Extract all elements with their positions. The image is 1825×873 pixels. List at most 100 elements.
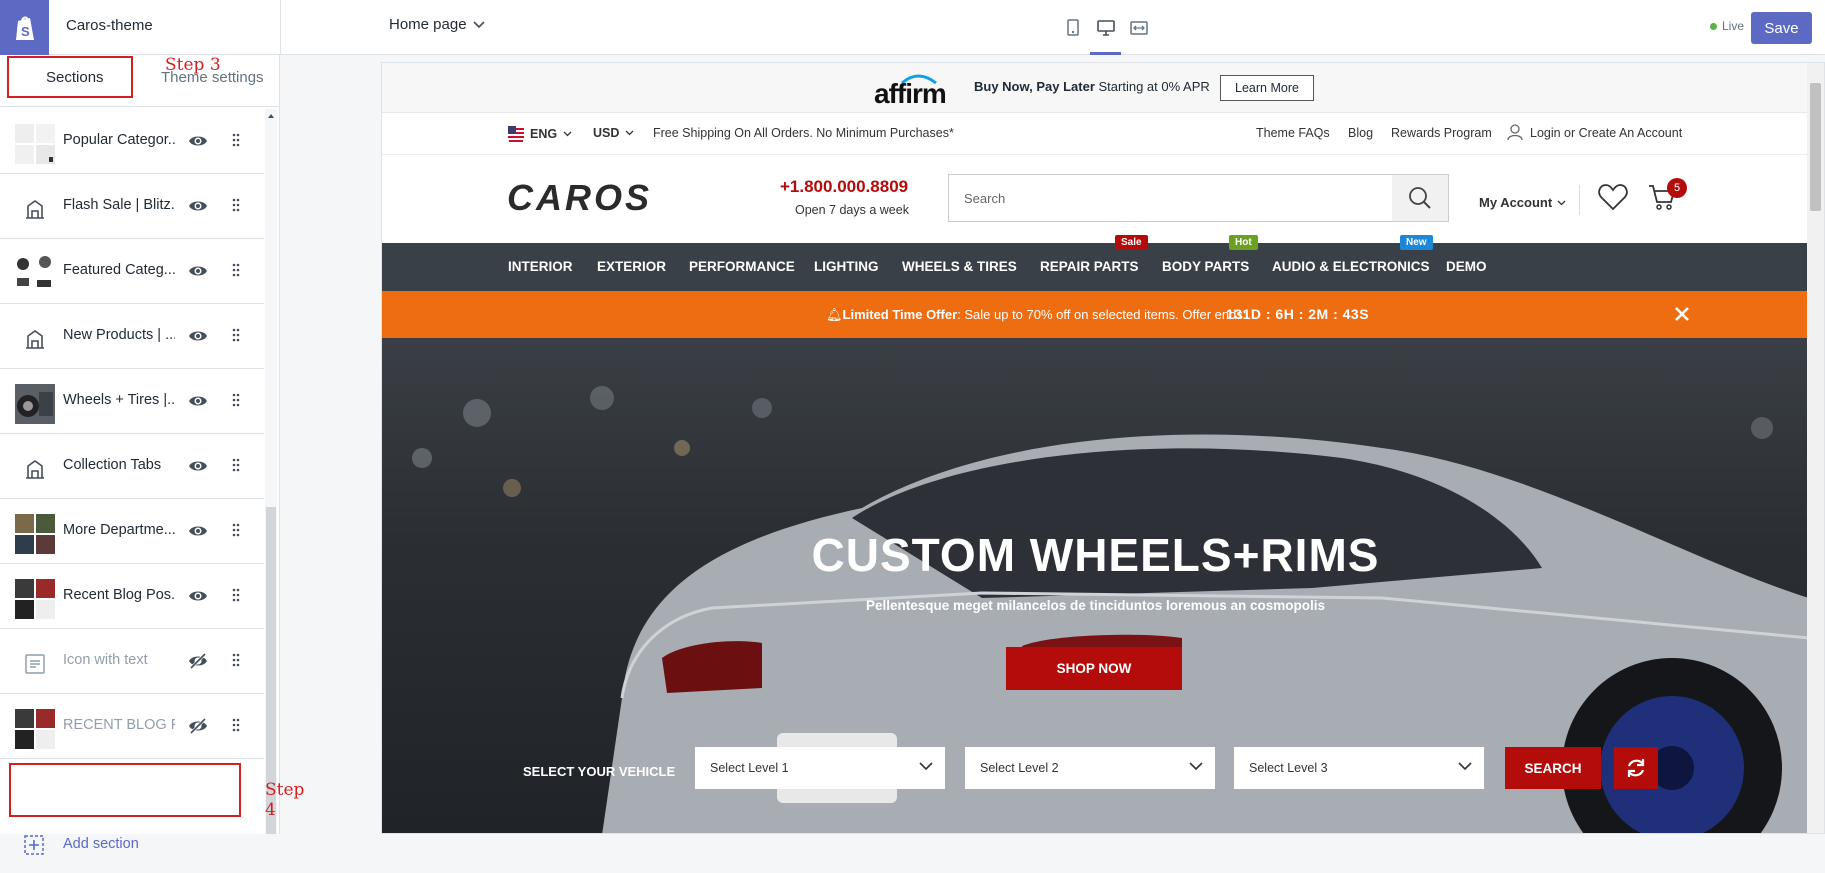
section-thumbnail bbox=[15, 709, 55, 749]
page-selector[interactable]: Home page bbox=[389, 16, 485, 33]
eye-icon[interactable] bbox=[188, 261, 208, 281]
nav-wheels-tires[interactable]: WHEELS & TIRES bbox=[902, 259, 1017, 274]
eye-icon[interactable] bbox=[188, 521, 208, 541]
nav-lighting[interactable]: LIGHTING bbox=[814, 259, 879, 274]
chevron-down-icon bbox=[625, 130, 634, 136]
nav-demo[interactable]: DEMO bbox=[1446, 259, 1487, 274]
full-width-view-button[interactable] bbox=[1122, 0, 1155, 55]
preview-scrollbar-thumb[interactable] bbox=[1810, 83, 1821, 211]
section-label: Featured Categ... bbox=[63, 262, 175, 278]
vehicle-level-1-select[interactable]: Select Level 1 bbox=[695, 747, 945, 789]
learn-more-button[interactable]: Learn More bbox=[1220, 75, 1314, 101]
eye-icon[interactable] bbox=[188, 326, 208, 346]
caros-logo[interactable]: CAROS bbox=[507, 177, 652, 219]
language-selector[interactable]: ENG bbox=[508, 126, 572, 142]
blog-link[interactable]: Blog bbox=[1348, 126, 1373, 140]
vehicle-level-2-value: Select Level 2 bbox=[980, 761, 1059, 775]
my-account-label: My Account bbox=[1479, 195, 1553, 210]
drag-handle-icon[interactable] bbox=[232, 652, 240, 668]
search-placeholder: Search bbox=[964, 191, 1006, 206]
section-label: Flash Sale | Blitz... bbox=[63, 197, 175, 213]
drag-handle-icon[interactable] bbox=[232, 457, 240, 473]
affirm-promo-bold: Buy Now, Pay Later bbox=[974, 79, 1095, 94]
add-section-icon bbox=[24, 835, 44, 855]
eye-hidden-icon[interactable] bbox=[188, 716, 208, 736]
nav-body-parts[interactable]: BODY PARTS bbox=[1162, 259, 1249, 274]
shop-now-button[interactable]: SHOP NOW bbox=[1006, 647, 1182, 690]
nav-exterior[interactable]: EXTERIOR bbox=[597, 259, 666, 274]
section-thumbnail bbox=[15, 384, 55, 424]
eye-icon[interactable] bbox=[188, 391, 208, 411]
sections-sidebar: Sections Theme settings Step 3 Popular C… bbox=[0, 55, 304, 855]
section-label: Recent Blog Pos... bbox=[63, 587, 175, 603]
divider bbox=[1579, 185, 1580, 215]
section-item[interactable]: More Departme... bbox=[0, 499, 264, 564]
affirm-logo: affirm bbox=[872, 73, 964, 107]
section-item[interactable]: Featured Categ... bbox=[0, 239, 264, 304]
section-item[interactable]: Icon with text bbox=[0, 629, 264, 694]
nav-interior[interactable]: INTERIOR bbox=[508, 259, 573, 274]
currency-label: USD bbox=[593, 126, 620, 140]
eye-icon[interactable] bbox=[188, 131, 208, 151]
add-section-button[interactable]: Add section bbox=[0, 817, 264, 873]
save-button[interactable]: Save bbox=[1751, 12, 1812, 44]
login-link[interactable]: Login or Create An Account bbox=[1507, 124, 1682, 141]
theme-faqs-link[interactable]: Theme FAQs bbox=[1256, 126, 1330, 140]
shopify-logo-icon[interactable]: S bbox=[0, 0, 49, 55]
search-button[interactable] bbox=[1392, 175, 1448, 221]
section-item[interactable]: Recent Blog Pos... bbox=[0, 564, 264, 629]
drag-handle-icon[interactable] bbox=[232, 392, 240, 408]
nav-repair-parts[interactable]: REPAIR PARTS bbox=[1040, 259, 1139, 274]
section-item[interactable]: Collection Tabs bbox=[0, 434, 264, 499]
offer-bold: Limited Time Offer bbox=[842, 307, 958, 322]
drag-handle-icon[interactable] bbox=[232, 132, 240, 148]
main-navigation: INTERIOR EXTERIOR PERFORMANCE LIGHTING W… bbox=[382, 235, 1809, 291]
nav-performance[interactable]: PERFORMANCE bbox=[689, 259, 795, 274]
vehicle-search-button[interactable]: SEARCH bbox=[1505, 747, 1601, 789]
drag-handle-icon[interactable] bbox=[232, 197, 240, 213]
login-label: Login or Create An Account bbox=[1530, 125, 1683, 140]
drag-handle-icon[interactable] bbox=[232, 717, 240, 733]
viewport-switcher bbox=[1056, 0, 1155, 55]
scroll-up-icon[interactable] bbox=[265, 111, 277, 121]
affirm-promo-rest: Starting at 0% APR bbox=[1094, 79, 1210, 94]
rewards-link[interactable]: Rewards Program bbox=[1391, 126, 1492, 140]
close-icon[interactable] bbox=[1672, 304, 1692, 324]
section-label: RECENT BLOG P... bbox=[63, 717, 175, 733]
eye-icon[interactable] bbox=[188, 456, 208, 476]
drag-handle-icon[interactable] bbox=[232, 327, 240, 343]
drag-handle-icon[interactable] bbox=[232, 522, 240, 538]
eye-icon[interactable] bbox=[188, 196, 208, 216]
eye-icon[interactable] bbox=[188, 586, 208, 606]
vehicle-reset-button[interactable] bbox=[1614, 747, 1658, 789]
theme-name: Caros-theme bbox=[66, 17, 153, 34]
vehicle-level-3-select[interactable]: Select Level 3 bbox=[1234, 747, 1484, 789]
mobile-view-button[interactable] bbox=[1056, 0, 1089, 55]
offer-detail: : Sale up to 70% off on selected items. … bbox=[957, 307, 1247, 322]
phone-number[interactable]: +1.800.000.8809 bbox=[780, 177, 908, 197]
currency-selector[interactable]: USD bbox=[593, 126, 634, 140]
section-item[interactable]: Popular Categor... bbox=[0, 109, 264, 174]
nav-audio-electronics[interactable]: AUDIO & ELECTRONICS bbox=[1272, 259, 1430, 274]
vehicle-level-2-select[interactable]: Select Level 2 bbox=[965, 747, 1215, 789]
section-item[interactable]: RECENT BLOG P... bbox=[0, 694, 264, 759]
drag-handle-icon[interactable] bbox=[232, 262, 240, 278]
chevron-down-icon bbox=[1557, 200, 1566, 205]
sale-badge: Sale bbox=[1115, 235, 1148, 250]
section-item[interactable]: Flash Sale | Blitz... bbox=[0, 174, 264, 239]
offer-text: 🔔︎Limited Time Offer: Sale up to 70% off… bbox=[826, 307, 1246, 323]
my-account-menu[interactable]: My Account bbox=[1479, 195, 1566, 210]
expand-horizontal-icon bbox=[1129, 20, 1148, 35]
page-selector-label: Home page bbox=[389, 16, 467, 33]
store-search-input[interactable]: Search bbox=[948, 174, 1449, 222]
select-vehicle-label: SELECT YOUR VEHICLE bbox=[523, 764, 676, 779]
drag-handle-icon[interactable] bbox=[232, 587, 240, 603]
section-item[interactable]: Wheels + Tires |... bbox=[0, 369, 264, 434]
desktop-view-button[interactable] bbox=[1089, 0, 1122, 55]
eye-hidden-icon[interactable] bbox=[188, 651, 208, 671]
wishlist-heart-icon[interactable] bbox=[1598, 183, 1628, 211]
section-thumbnail bbox=[15, 579, 55, 619]
section-item[interactable]: New Products | ... bbox=[0, 304, 264, 369]
section-template-icon bbox=[15, 189, 55, 229]
offer-bar: 🔔︎Limited Time Offer: Sale up to 70% off… bbox=[382, 291, 1809, 338]
